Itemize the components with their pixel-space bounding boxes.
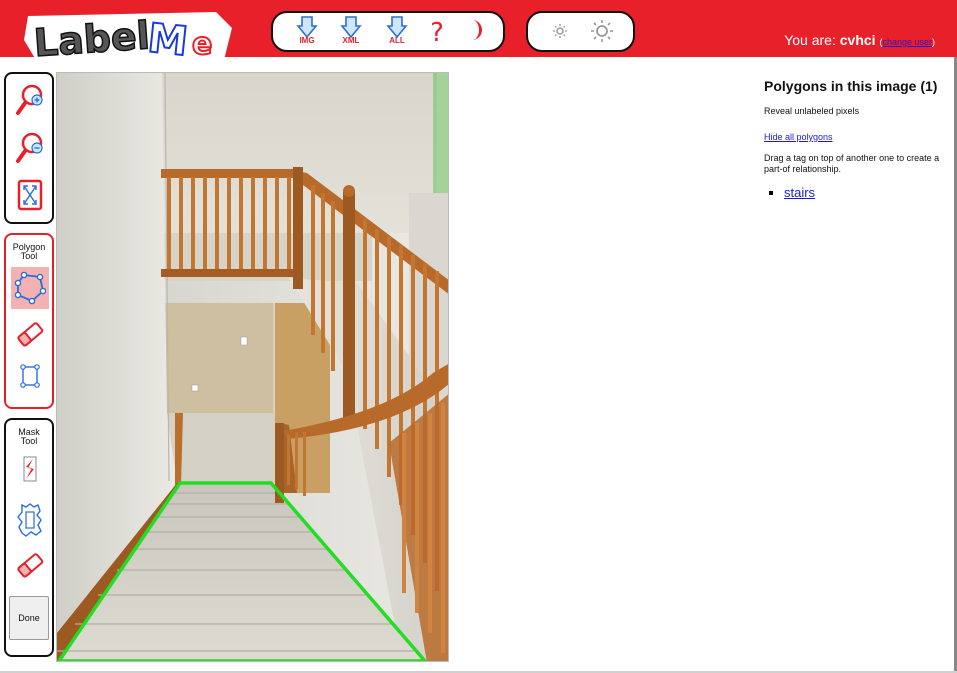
header-bar: Label M e IMG XML ALL ? You are: cvhci (… <box>0 0 957 62</box>
moon-icon <box>472 20 482 40</box>
polygon-list: stairs <box>764 185 944 200</box>
mask-tool-title-line2: Tool <box>20 436 38 446</box>
svg-text:Label: Label <box>32 13 151 62</box>
image-canvas[interactable] <box>56 72 449 662</box>
mask-segment-icon <box>17 503 42 537</box>
panel-title: Polygons in this image (1) <box>764 78 938 94</box>
download-all-button[interactable]: ALL <box>377 15 417 49</box>
polygon-tool-title-line2: Tool <box>20 251 38 261</box>
brightness-pill <box>526 11 635 52</box>
bounding-box-icon <box>20 364 40 388</box>
brightness-up-button[interactable] <box>582 15 622 49</box>
zoom-out-button[interactable] <box>13 130 47 164</box>
svg-text:e: e <box>192 27 212 62</box>
fit-to-screen-icon <box>17 179 43 211</box>
help-button[interactable]: ? <box>417 15 457 49</box>
polygon-link-stairs[interactable]: stairs <box>784 185 815 200</box>
mask-done-button[interactable]: Done <box>9 596 49 640</box>
list-item: stairs <box>784 185 944 200</box>
user-info: You are: cvhci (change user) <box>784 32 935 48</box>
staircase-photo <box>57 73 448 661</box>
polygon-tool-icon <box>14 271 46 305</box>
zoom-in-button[interactable] <box>13 82 47 116</box>
labelme-logo[interactable]: Label M e <box>24 10 236 62</box>
reveal-unlabeled-text[interactable]: Reveal unlabeled pixels <box>764 106 944 117</box>
bounding-box-button[interactable] <box>13 359 47 393</box>
zoom-out-icon <box>16 132 43 163</box>
change-user-link[interactable]: change user <box>882 37 932 47</box>
mask-brush-button[interactable] <box>13 452 47 486</box>
all-caption: ALL <box>389 36 405 45</box>
eraser-button[interactable] <box>13 317 47 351</box>
drag-hint-text: Drag a tag on top of another one to crea… <box>764 153 940 174</box>
hide-all-polygons-link[interactable]: Hide all polygons <box>764 132 833 142</box>
night-mode-button[interactable] <box>455 15 495 49</box>
mask-toolbar: Mask Tool Done <box>4 418 54 657</box>
eraser-icon <box>17 322 44 347</box>
username: cvhci <box>839 32 876 48</box>
download-xml-button[interactable]: XML <box>331 15 371 49</box>
polygon-toolbar: Polygon Tool <box>4 233 54 409</box>
download-img-button[interactable]: IMG <box>287 15 327 49</box>
mask-segment-button[interactable] <box>13 500 47 540</box>
svg-text:M: M <box>146 15 190 62</box>
mask-eraser-icon <box>17 553 44 578</box>
tools-pill: IMG XML ALL ? <box>271 11 505 52</box>
xml-caption: XML <box>342 36 360 45</box>
question-mark-icon: ? <box>430 18 444 45</box>
change-user-paren-close: ) <box>932 37 935 47</box>
polygon-panel: Polygons in this image (1) Reveal unlabe… <box>764 78 944 200</box>
mask-brush-icon <box>23 456 37 482</box>
zoom-in-icon <box>16 84 43 115</box>
fit-to-screen-button[interactable] <box>13 178 47 212</box>
sun-large-icon <box>591 20 613 42</box>
user-prefix: You are: <box>784 32 836 48</box>
zoom-toolbar <box>4 72 54 224</box>
mask-eraser-button[interactable] <box>13 548 47 582</box>
img-caption: IMG <box>299 36 315 45</box>
sun-small-icon <box>553 24 567 38</box>
polygon-tool-button[interactable] <box>11 267 49 309</box>
svg-text:?: ? <box>430 18 444 45</box>
brightness-down-button[interactable] <box>540 15 580 49</box>
